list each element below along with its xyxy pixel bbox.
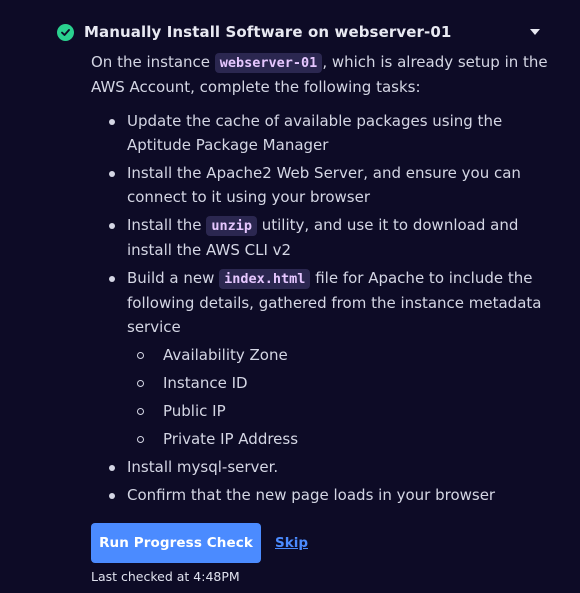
instance-code: webserver-01 [214, 53, 323, 73]
task-header[interactable]: Manually Install Software on webserver-0… [57, 20, 547, 44]
unzip-code: unzip [206, 216, 257, 236]
task-item-text: Install the Apache2 Web Server, and ensu… [127, 164, 521, 206]
task-item-text: Update the cache of available packages u… [127, 112, 503, 154]
task-item: Install the Apache2 Web Server, and ensu… [91, 161, 551, 209]
skip-link[interactable]: Skip [275, 535, 308, 551]
sub-item: Instance ID [127, 371, 551, 395]
task-item-text: Install mysql-server. [127, 458, 279, 476]
task-item-text: Confirm that the new page loads in your … [127, 486, 496, 504]
task-description: On the instance webserver-01, which is a… [91, 50, 551, 511]
task-list: Update the cache of available packages u… [91, 109, 551, 507]
sub-item: Private IP Address [127, 427, 551, 451]
last-checked-status: Last checked at 4:48PM [91, 569, 240, 584]
intro-prefix: On the instance [91, 53, 215, 71]
task-title: Manually Install Software on webserver-0… [84, 23, 452, 41]
check-circle-icon [57, 23, 74, 41]
metadata-sublist: Availability Zone Instance ID Public IP … [127, 343, 551, 451]
task-panel: Manually Install Software on webserver-0… [0, 0, 580, 593]
action-bar: Run Progress Check Skip [91, 523, 308, 563]
task-item-prefix: Install the [127, 216, 207, 234]
sub-item: Availability Zone [127, 343, 551, 367]
task-item: Confirm that the new page loads in your … [91, 483, 551, 507]
task-item: Build a new index.html file for Apache t… [91, 266, 551, 451]
task-item: Install mysql-server. [91, 455, 551, 479]
task-item-prefix: Build a new [127, 269, 220, 287]
sub-item: Public IP [127, 399, 551, 423]
chevron-down-icon[interactable] [530, 29, 540, 35]
task-item: Update the cache of available packages u… [91, 109, 551, 157]
index-html-code: index.html [219, 269, 311, 289]
task-item: Install the unzip utility, and use it to… [91, 213, 551, 262]
intro-paragraph: On the instance webserver-01, which is a… [91, 50, 551, 99]
run-progress-check-button[interactable]: Run Progress Check [91, 523, 261, 563]
